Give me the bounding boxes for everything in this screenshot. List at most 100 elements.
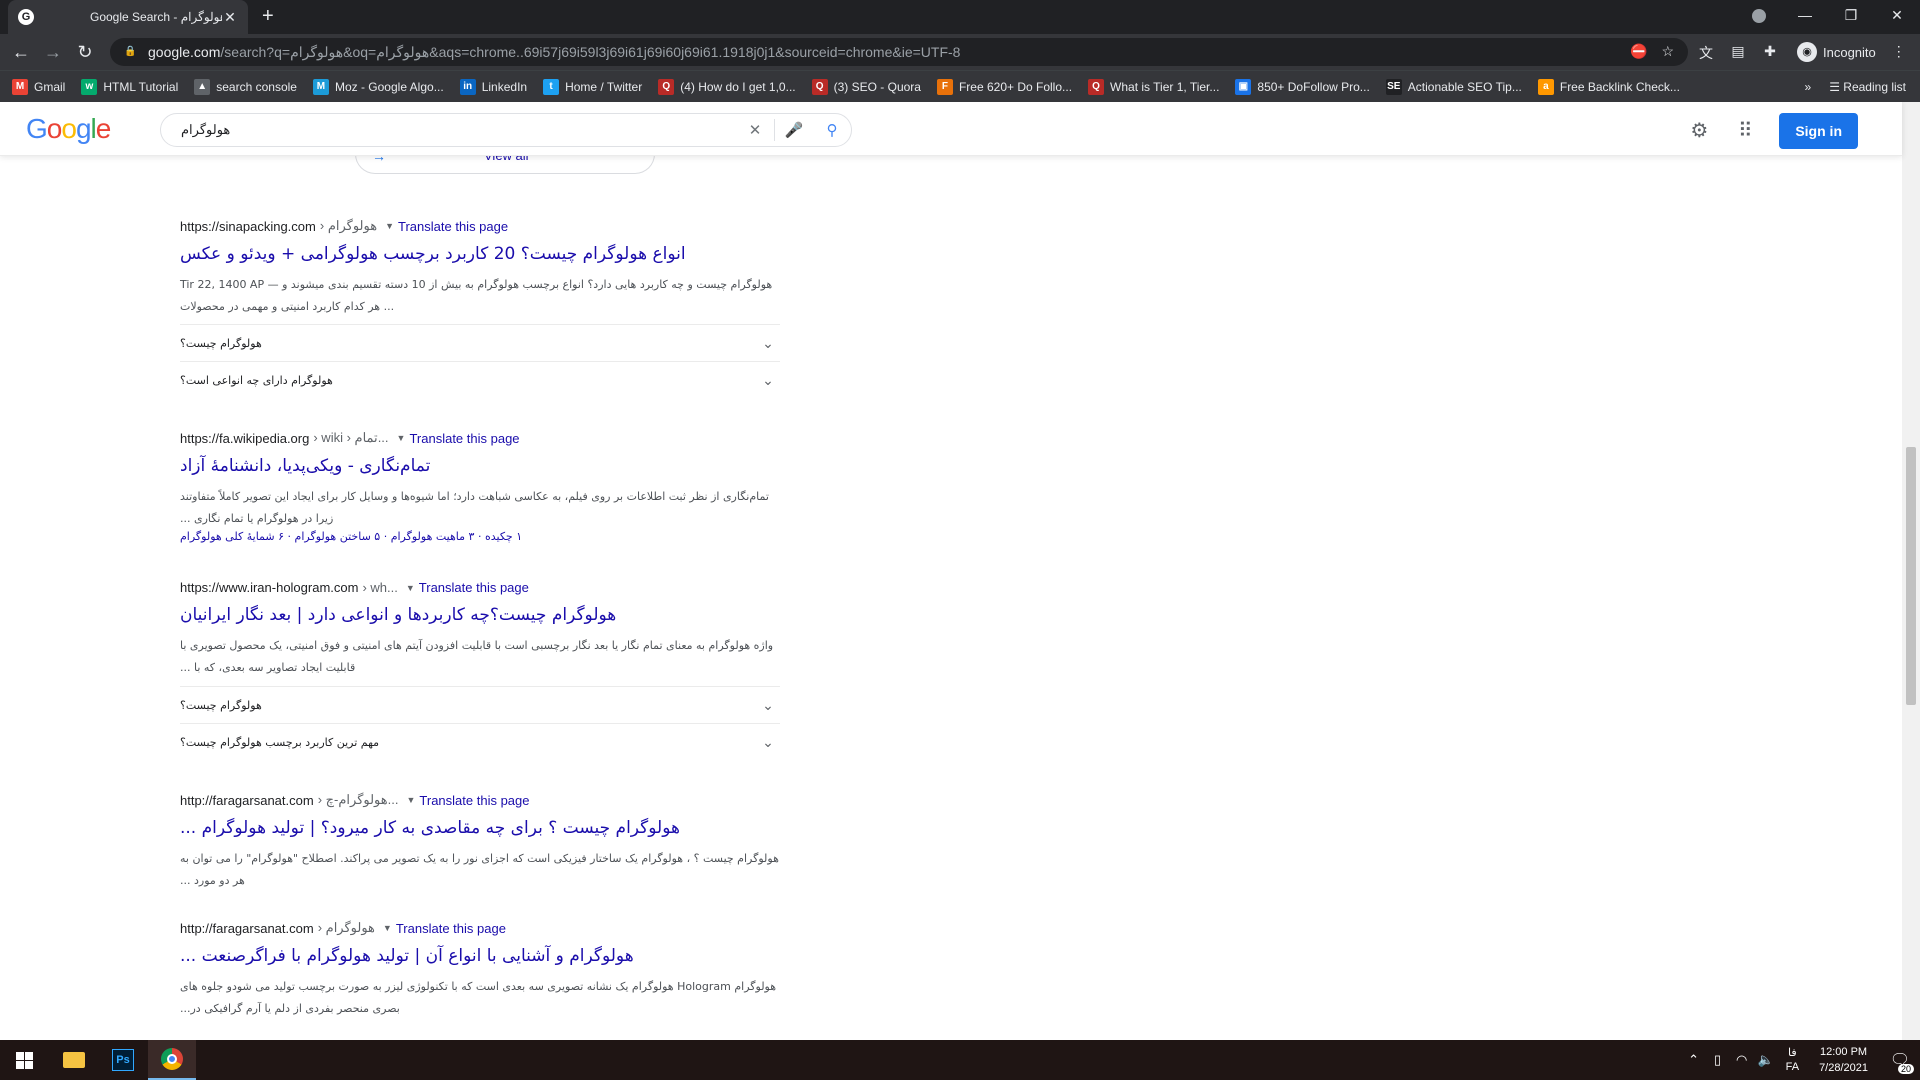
bookmarks-bar: M Gmail w HTML Tutorial ▲ search console M Moz …	[0, 70, 1920, 102]
result-site[interactable]: http://faragarsanat.com	[180, 921, 314, 936]
windows-taskbar: Ps ⌃ ▯ ◠ 🔈 فا FA 12:00 PM 7/28/2021 🗨 20	[0, 1040, 1920, 1080]
gear-icon[interactable]: ⚙	[1687, 119, 1711, 143]
address-bar[interactable]: 🔒 google.com/search?q=هولوگرام&oq=هولوگر…	[110, 38, 1688, 66]
bookmark-star-icon[interactable]: ☆	[1661, 43, 1674, 60]
bookmark-item[interactable]: Q (3) SEO - Quora	[811, 78, 921, 95]
result-title-link[interactable]: تمام‌نگاری - ویکی‌پدیا، دانشنامهٔ آزاد	[180, 456, 780, 476]
forward-button[interactable]: →	[42, 42, 64, 62]
result-cite: http://faragarsanat.com › هولوگرام ▼ Tra…	[180, 920, 780, 936]
bookmark-label: What is Tier 1, Tier...	[1110, 79, 1220, 94]
caret-down-icon[interactable]: ▼	[406, 795, 415, 805]
microphone-icon[interactable]: 🎤	[775, 121, 813, 139]
logo-letter: g	[75, 113, 92, 144]
search-box[interactable]: هولوگرام ✕ 🎤 ⚲	[160, 113, 852, 147]
faq-item[interactable]: هولوگرام چیست؟ ⌄	[180, 324, 780, 361]
bookmark-label: HTML Tutorial	[103, 79, 179, 94]
result-site[interactable]: https://www.iran-hologram.com	[180, 580, 358, 595]
file-explorer-button[interactable]	[50, 1040, 98, 1080]
faq-item[interactable]: هولوگرام دارای چه انواعی است؟ ⌄	[180, 361, 780, 398]
sign-in-button[interactable]: Sign in	[1779, 113, 1858, 149]
incognito-indicator[interactable]: ◉ Incognito	[1797, 42, 1876, 62]
caret-down-icon[interactable]: ▼	[385, 221, 394, 231]
bookmark-favicon-icon: SE	[1385, 78, 1402, 95]
bookmark-item[interactable]: SE Actionable SEO Tip...	[1385, 78, 1522, 95]
search-input[interactable]: هولوگرام	[181, 122, 736, 138]
tab-close-icon[interactable]: ✕	[222, 9, 238, 26]
bookmark-item[interactable]: ▣ 850+ DoFollow Pro...	[1235, 78, 1370, 95]
bookmark-item[interactable]: M Gmail	[12, 78, 65, 95]
caret-down-icon[interactable]: ▼	[383, 923, 392, 933]
search-result: https://www.iran-hologram.com › wh... ▼ …	[180, 580, 780, 750]
bookmark-item[interactable]: a Free Backlink Check...	[1537, 78, 1680, 95]
chevron-down-icon: ⌄	[762, 371, 774, 388]
close-window-button[interactable]: ✕	[1874, 0, 1920, 30]
menu-kebab-icon[interactable]: ⋮	[1890, 43, 1908, 61]
photoshop-button[interactable]: Ps	[99, 1040, 147, 1080]
more-bookmarks-icon[interactable]: »	[1805, 80, 1812, 94]
scrollbar-thumb[interactable]	[1906, 447, 1916, 705]
document-extension-icon[interactable]: ▤	[1729, 43, 1747, 61]
translate-link[interactable]: Translate this page	[398, 219, 508, 234]
reading-list-button[interactable]: ☰ Reading list	[1829, 80, 1906, 94]
browser-toolbar: ← → ↻ 🔒 google.com/search?q=هولوگرام&oq=…	[0, 34, 1920, 70]
browser-tab[interactable]: G Google Search - هولوگرام ✕	[8, 0, 248, 34]
bookmark-favicon-icon: ▲	[194, 78, 211, 95]
bookmark-item[interactable]: in LinkedIn	[459, 78, 527, 95]
language-indicator[interactable]: فا FA	[1786, 1046, 1799, 1074]
search-result: https://sinapacking.com › هولوگرام ▼ Tra…	[180, 218, 780, 388]
network-icon[interactable]: ◠	[1730, 1052, 1754, 1068]
result-title-link[interactable]: هولوگرام چیست؟چه کاربردها و انواعی دارد …	[180, 605, 780, 625]
translate-link[interactable]: Translate this page	[409, 431, 519, 446]
faq-item[interactable]: مهم ترین کاربرد برچسب هولوگرام چیست؟ ⌄	[180, 723, 780, 760]
restore-button[interactable]: ❐	[1828, 0, 1874, 30]
chevron-down-icon: ⌄	[762, 696, 774, 713]
clear-icon[interactable]: ✕	[736, 121, 774, 139]
volume-icon[interactable]: 🔈	[1754, 1052, 1778, 1068]
translate-link[interactable]: Translate this page	[419, 793, 529, 808]
back-button[interactable]: ←	[10, 42, 32, 62]
result-title-link[interactable]: انواع هولوگرام چیست؟ 20 کاربرد برچسب هول…	[180, 244, 780, 264]
new-tab-button[interactable]: +	[262, 6, 274, 26]
bookmark-favicon-icon: in	[459, 78, 476, 95]
reload-button[interactable]: ↻	[74, 42, 96, 62]
battery-icon[interactable]: ▯	[1706, 1052, 1730, 1068]
translate-link[interactable]: Translate this page	[419, 580, 529, 595]
result-title-link[interactable]: هولوگرام چیست ؟ برای چه مقاصدی به کار می…	[180, 818, 780, 838]
minimize-button[interactable]: —	[1782, 0, 1828, 30]
result-site[interactable]: https://fa.wikipedia.org	[180, 431, 309, 446]
search-icon[interactable]: ⚲	[813, 121, 851, 139]
bookmark-item[interactable]: F Free 620+ Do Follo...	[936, 78, 1072, 95]
result-site[interactable]: https://sinapacking.com	[180, 219, 316, 234]
clock[interactable]: 12:00 PM 7/28/2021	[1819, 1044, 1868, 1076]
tab-search-icon[interactable]	[1752, 9, 1766, 23]
notification-center-button[interactable]: 🗨 20	[1880, 1040, 1920, 1080]
bookmark-item[interactable]: t Home / Twitter	[543, 78, 642, 95]
result-snippet: هولوگرام Hologram هولوگرام یک نشانه تصوی…	[180, 980, 777, 1015]
faq-item[interactable]: هولوگرام چیست؟ ⌄	[180, 686, 780, 723]
faq-question: هولوگرام چیست؟	[180, 698, 262, 712]
bookmark-item[interactable]: M Moz - Google Algo...	[312, 78, 444, 95]
cookie-blocked-icon[interactable]: ⛔	[1630, 43, 1647, 60]
caret-down-icon[interactable]: ▼	[397, 433, 406, 443]
translate-link[interactable]: Translate this page	[396, 921, 506, 936]
google-logo[interactable]: Google	[26, 113, 111, 145]
translate-extension-icon[interactable]: 文	[1697, 43, 1715, 61]
chrome-taskbar-button[interactable]	[148, 1040, 196, 1080]
page-scrollbar[interactable]	[1902, 102, 1920, 1040]
result-breadcrumb: › wiki › تمام...	[313, 430, 389, 445]
bookmark-item[interactable]: w HTML Tutorial	[81, 78, 179, 95]
start-button[interactable]	[0, 1040, 48, 1080]
apps-grid-icon[interactable]: ⠿	[1733, 119, 1757, 143]
chevron-down-icon: ⌄	[762, 334, 774, 351]
result-site[interactable]: http://faragarsanat.com	[180, 793, 314, 808]
chevron-up-icon[interactable]: ⌃	[1682, 1052, 1706, 1068]
result-sitelinks[interactable]: ۱ چکیده · ۳ ماهیت هولوگرام · ۵ ساختن هول…	[180, 530, 780, 543]
bookmark-item[interactable]: ▲ search console	[194, 78, 297, 95]
caret-down-icon[interactable]: ▼	[406, 583, 415, 593]
puzzle-extensions-icon[interactable]: ✚	[1761, 43, 1779, 61]
bookmark-item[interactable]: Q What is Tier 1, Tier...	[1088, 78, 1220, 95]
bookmark-item[interactable]: Q (4) How do I get 1,0...	[658, 78, 796, 95]
result-title-link[interactable]: هولوگرام و آشنایی با انواع آن | تولید هو…	[180, 946, 780, 966]
bookmark-label: (4) How do I get 1,0...	[680, 79, 796, 94]
windows-logo-icon	[15, 1051, 33, 1069]
